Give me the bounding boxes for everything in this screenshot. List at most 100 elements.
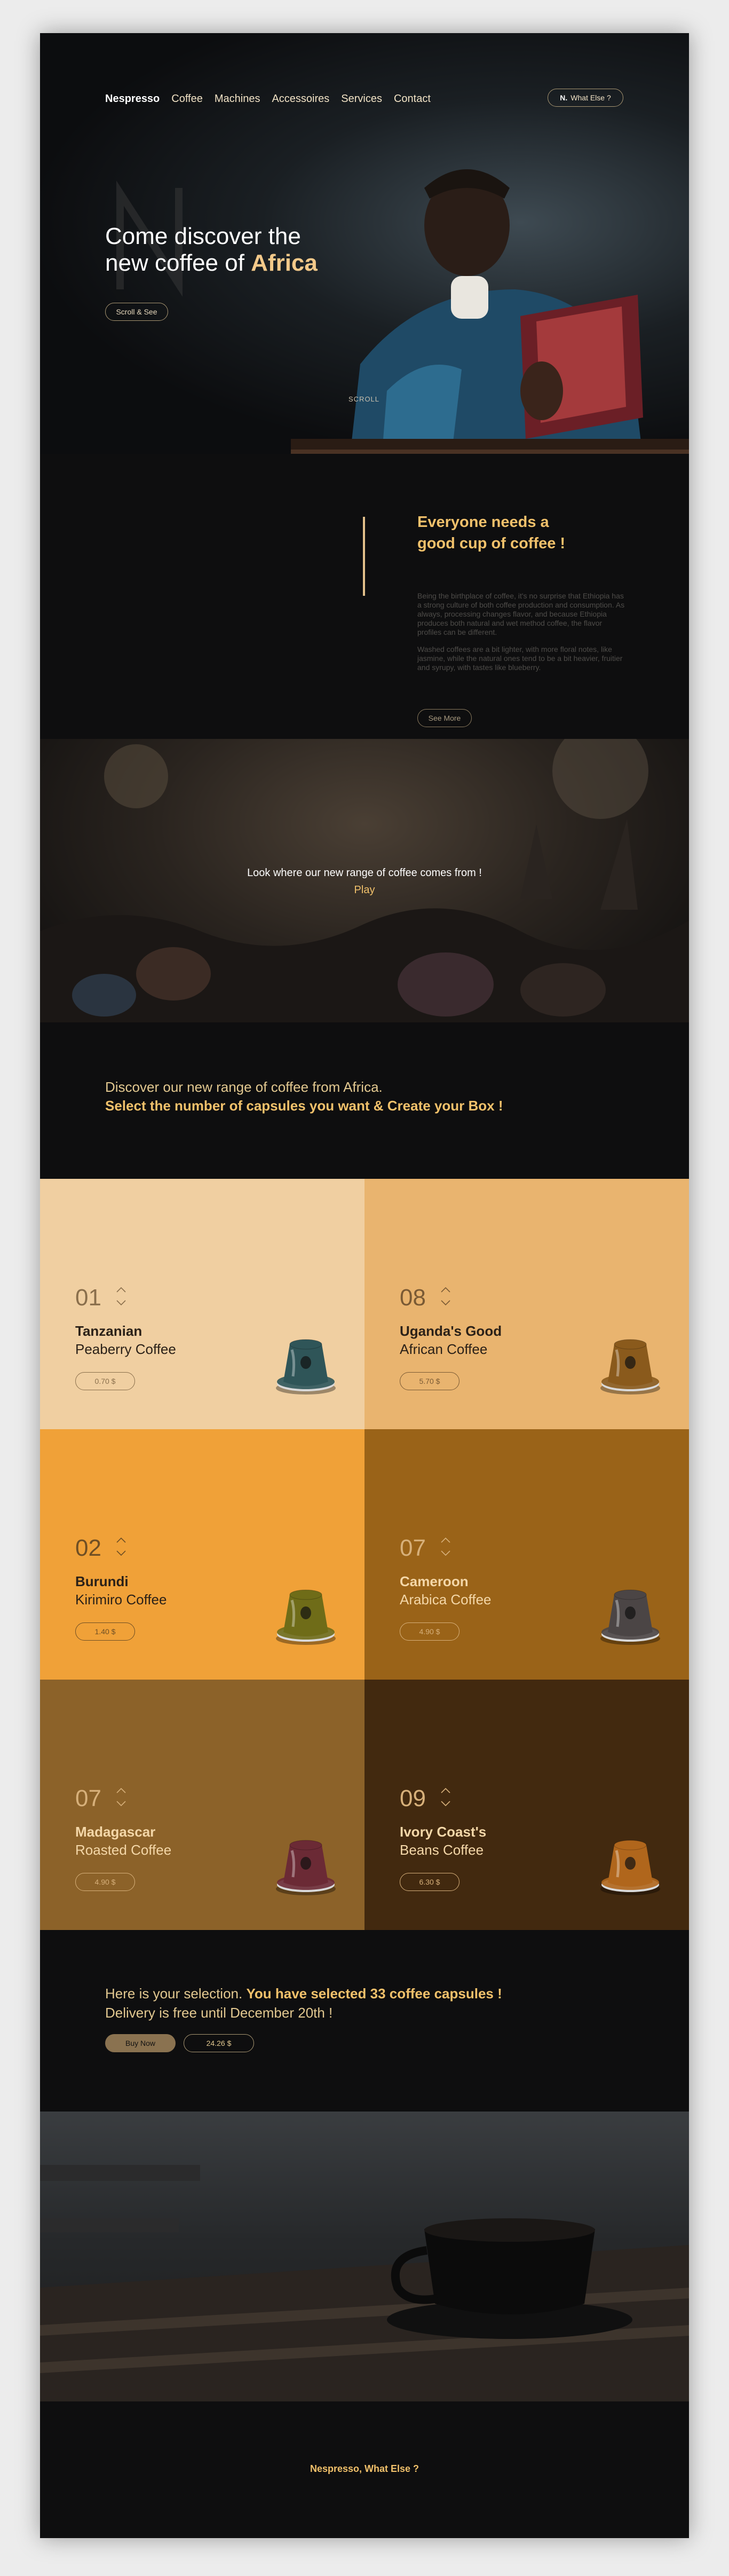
quantity-stepper[interactable] — [439, 1534, 452, 1562]
intro-section: Everyone needs a good cup of coffee ! Be… — [40, 454, 689, 739]
chevron-down-icon[interactable] — [439, 1547, 452, 1559]
chevron-up-icon[interactable] — [115, 1283, 128, 1296]
product-origin: Madagascar — [75, 1824, 156, 1840]
capsule-quantity[interactable]: 07 — [75, 1785, 101, 1812]
product-price[interactable]: 0.70 $ — [75, 1372, 135, 1390]
product-card-ivory-coast[interactable]: 09 Ivory Coast's Beans Coffee 6.30 $ — [364, 1680, 689, 1930]
video-play-button[interactable]: Play — [40, 884, 689, 896]
product-variety: Roasted Coffee — [75, 1842, 172, 1858]
coffee-capsule-icon — [276, 1339, 336, 1395]
scroll-and-see-button[interactable]: Scroll & See — [105, 303, 168, 321]
what-else-button[interactable]: N. What Else ? — [548, 89, 623, 107]
product-card-uganda[interactable]: 08 Uganda's Good African Coffee 5.70 $ — [364, 1179, 689, 1429]
hero-title-line1: Come discover the — [105, 223, 301, 249]
footer: Nespresso, What Else ? — [40, 2401, 689, 2538]
coffee-capsule-icon — [276, 1589, 336, 1645]
chevron-down-icon[interactable] — [115, 1296, 128, 1309]
product-origin: Ivory Coast's — [400, 1824, 487, 1840]
intro-paragraph-1: Being the birthplace of coffee, it's no … — [417, 592, 625, 636]
what-else-label: What Else ? — [570, 93, 611, 102]
quantity-stepper[interactable] — [439, 1784, 452, 1812]
landing-page: Nespresso Coffee Machines Accessoires Se… — [40, 33, 689, 2538]
chevron-up-icon[interactable] — [439, 1283, 452, 1296]
crowd-photo — [40, 739, 689, 1022]
chevron-down-icon[interactable] — [115, 1547, 128, 1559]
accent-divider — [363, 517, 365, 596]
chevron-down-icon[interactable] — [115, 1797, 128, 1810]
discover-section: Discover our new range of coffee from Af… — [40, 1022, 689, 1179]
chevron-up-icon[interactable] — [115, 1784, 128, 1797]
coffee-capsule-icon — [600, 1589, 660, 1645]
product-variety: Peaberry Coffee — [75, 1341, 176, 1357]
nav-item-coffee[interactable]: Coffee — [171, 93, 203, 105]
coffee-capsule-icon — [600, 1840, 660, 1895]
capsule-quantity[interactable]: 07 — [400, 1535, 426, 1562]
capsule-quantity[interactable]: 08 — [400, 1285, 426, 1311]
main-nav: Nespresso Coffee Machines Accessoires Se… — [105, 93, 431, 105]
scroll-indicator[interactable]: SCROLL — [348, 395, 379, 403]
quantity-stepper[interactable] — [115, 1534, 128, 1562]
coffee-cup-photo — [40, 2112, 689, 2401]
hero-photo-man-with-coffee — [291, 169, 689, 454]
product-price[interactable]: 1.40 $ — [75, 1622, 135, 1641]
video-caption: Look where our new range of coffee comes… — [247, 867, 482, 879]
hero-section: Nespresso Coffee Machines Accessoires Se… — [40, 33, 689, 454]
nav-item-services[interactable]: Services — [341, 93, 382, 105]
capsule-quantity[interactable]: 01 — [75, 1285, 101, 1311]
product-card-cameroon[interactable]: 07 Cameroon Arabica Coffee 4.90 $ — [364, 1429, 689, 1680]
product-grid: 01 Tanzanian Peaberry Coffee 0.70 $ 08 Uganda… — [40, 1179, 689, 1930]
see-more-button[interactable]: See More — [417, 709, 472, 727]
product-card-burundi[interactable]: 02 Burundi Kirimiro Coffee 1.40 $ — [40, 1429, 364, 1680]
chevron-down-icon[interactable] — [439, 1296, 452, 1309]
intro-title-line1: Everyone needs a — [417, 514, 549, 531]
product-card-tanzanian[interactable]: 01 Tanzanian Peaberry Coffee 0.70 $ — [40, 1179, 364, 1429]
footer-tagline: Nespresso, What Else ? — [310, 2463, 419, 2474]
product-origin: Burundi — [75, 1573, 129, 1589]
selection-count: You have selected 33 coffee capsules ! — [246, 1986, 502, 2002]
chevron-down-icon[interactable] — [439, 1797, 452, 1810]
capsule-quantity[interactable]: 02 — [75, 1535, 101, 1562]
selection-prefix: Here is your selection. — [105, 1986, 247, 2002]
discover-line-1: Discover our new range of coffee from Af… — [105, 1079, 383, 1095]
intro-paragraph-2: Washed coffees are a bit lighter, with m… — [417, 645, 623, 672]
chevron-up-icon[interactable] — [439, 1784, 452, 1797]
buy-now-button[interactable]: Buy Now — [105, 2034, 176, 2052]
quantity-stepper[interactable] — [439, 1283, 452, 1311]
hero-title: Come discover the new coffee of Africa — [105, 223, 318, 277]
product-price[interactable]: 5.70 $ — [400, 1372, 459, 1390]
intro-title-line2: good cup of coffee ! — [417, 535, 566, 552]
nav-item-machines[interactable]: Machines — [215, 93, 260, 105]
hero-title-line2: new coffee of Africa — [105, 250, 318, 277]
chevron-up-icon[interactable] — [439, 1534, 452, 1547]
product-price[interactable]: 4.90 $ — [75, 1873, 135, 1891]
coffee-capsule-icon — [600, 1339, 660, 1395]
product-origin: Tanzanian — [75, 1323, 142, 1339]
hero-title-highlight: Africa — [251, 250, 318, 276]
nav-item-accessoires[interactable]: Accessoires — [272, 93, 329, 105]
video-section[interactable]: Look where our new range of coffee comes… — [40, 739, 689, 1022]
quantity-stepper[interactable] — [115, 1283, 128, 1311]
product-variety: Beans Coffee — [400, 1842, 484, 1858]
product-origin: Cameroon — [400, 1573, 469, 1589]
product-origin: Uganda's Good — [400, 1323, 502, 1339]
product-price[interactable]: 6.30 $ — [400, 1873, 459, 1891]
intro-title: Everyone needs a good cup of coffee ! — [417, 511, 565, 554]
hero-title-prefix: new coffee of — [105, 250, 251, 276]
product-variety: Kirimiro Coffee — [75, 1592, 167, 1608]
capsule-quantity[interactable]: 09 — [400, 1785, 426, 1812]
chevron-up-icon[interactable] — [115, 1534, 128, 1547]
discover-line-2: Select the number of capsules you want &… — [105, 1098, 503, 1114]
product-price[interactable]: 4.90 $ — [400, 1622, 459, 1641]
product-card-madagascar[interactable]: 07 Madagascar Roasted Coffee 4.90 $ — [40, 1680, 364, 1930]
nav-item-contact[interactable]: Contact — [394, 93, 431, 105]
product-variety: African Coffee — [400, 1341, 488, 1357]
total-price: 24.26 $ — [184, 2034, 254, 2052]
selection-summary: Here is your selection. You have selecte… — [40, 1930, 689, 2112]
selection-line-2: Delivery is free until December 20th ! — [105, 2005, 333, 2021]
cup-on-table-image — [40, 2165, 689, 2401]
product-variety: Arabica Coffee — [400, 1592, 492, 1608]
what-else-mark: N. — [560, 93, 568, 102]
brand-logo-link[interactable]: Nespresso — [105, 93, 160, 105]
quantity-stepper[interactable] — [115, 1784, 128, 1812]
coffee-capsule-icon — [276, 1840, 336, 1895]
